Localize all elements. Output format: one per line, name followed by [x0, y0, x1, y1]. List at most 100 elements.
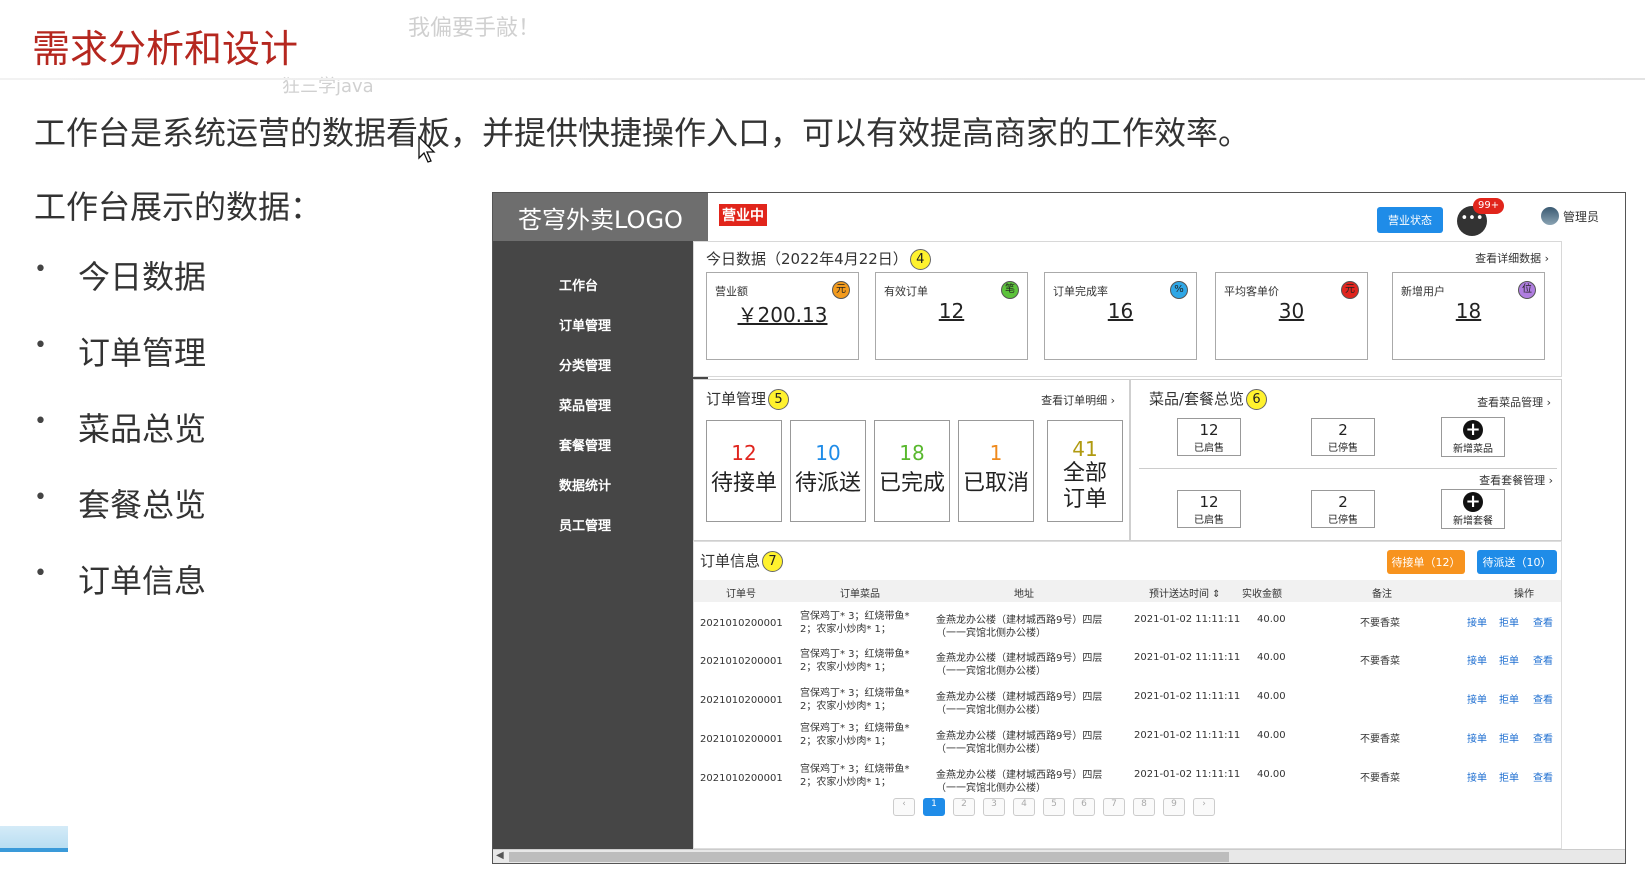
- scrollbar-thumb[interactable]: [509, 852, 1229, 862]
- reject-order-button[interactable]: 拒单: [1499, 769, 1519, 784]
- order-management-panel: 订单管理 5 查看订单明细 › 12 待接单 10 待派送 18 已完成 1 已取消 41…: [693, 379, 1130, 541]
- view-detail-link[interactable]: 查看详细数据 ›: [1475, 250, 1549, 266]
- accept-order-button[interactable]: 接单: [1467, 652, 1487, 667]
- view-order-button[interactable]: 查看: [1533, 730, 1553, 745]
- page-button[interactable]: 9: [1163, 798, 1185, 816]
- sidebar-item-workbench[interactable]: 工作台: [559, 277, 708, 317]
- page-button[interactable]: 7: [1103, 798, 1125, 816]
- prev-page-button[interactable]: ‹: [893, 798, 915, 816]
- sidebar-item-categories[interactable]: 分类管理: [559, 357, 708, 397]
- avg-price-card: 平均客单价 元 30: [1215, 272, 1368, 360]
- page-button[interactable]: 4: [1013, 798, 1035, 816]
- admin-name[interactable]: 管理员: [1563, 208, 1599, 225]
- bullet-list: • 今日数据 • 订单管理 • 菜品总览 • 套餐总览 • 订单信息: [34, 252, 206, 632]
- app-logo: 苍穹外卖LOGO: [493, 193, 708, 241]
- filter-deliver-button[interactable]: 待派送（10）: [1477, 550, 1557, 574]
- page-button[interactable]: 2: [953, 798, 975, 816]
- sidebar-item-employees[interactable]: 员工管理: [559, 517, 708, 557]
- pending-orders-box[interactable]: 12 待接单: [706, 420, 782, 522]
- completion-rate-card: 订单完成率 % 16: [1044, 272, 1197, 360]
- add-setmeal-button[interactable]: + 新增套餐: [1441, 489, 1505, 529]
- page-button[interactable]: 5: [1043, 798, 1065, 816]
- accept-order-button[interactable]: 接单: [1467, 614, 1487, 629]
- view-order-button[interactable]: 查看: [1533, 769, 1553, 784]
- page-button[interactable]: 8: [1133, 798, 1155, 816]
- avatar[interactable]: [1541, 207, 1559, 225]
- annotation-number: 4: [909, 249, 931, 270]
- bullet-item: • 今日数据: [34, 252, 206, 328]
- view-order-button[interactable]: 查看: [1533, 691, 1553, 706]
- bullet-item: • 套餐总览: [34, 480, 206, 556]
- view-order-button[interactable]: 查看: [1533, 652, 1553, 667]
- accept-order-button[interactable]: 接单: [1467, 691, 1487, 706]
- table-row: 2021010200001 宫保鸡丁* 3；红烧带鱼* 2；农家小炒肉* 1； …: [700, 649, 1553, 677]
- accept-order-button[interactable]: 接单: [1467, 730, 1487, 745]
- bullet-dot: •: [34, 561, 47, 586]
- bullet-dot: •: [34, 485, 47, 510]
- filter-pending-button[interactable]: 待接单（12）: [1387, 550, 1465, 574]
- video-corner-decoration: [0, 826, 68, 852]
- reject-order-button[interactable]: 拒单: [1499, 652, 1519, 667]
- horizontal-scrollbar[interactable]: ◀: [493, 849, 1625, 863]
- dish-on-sale: 12 已启售: [1177, 418, 1241, 456]
- bullet-item: • 订单管理: [34, 328, 206, 404]
- bullet-dot: •: [34, 257, 47, 282]
- reject-order-button[interactable]: 拒单: [1499, 614, 1519, 629]
- table-row: 2021010200001 宫保鸡丁* 3；红烧带鱼* 2；农家小炒肉* 1； …: [700, 764, 1553, 794]
- title-divider: [0, 78, 1645, 80]
- page-button[interactable]: 3: [983, 798, 1005, 816]
- slide-title: 需求分析和设计: [32, 27, 299, 71]
- sidebar: 苍穹外卖LOGO 工作台 订单管理 分类管理 菜品管理 套餐管理 数据统计 员工…: [493, 193, 708, 863]
- reject-order-button[interactable]: 拒单: [1499, 691, 1519, 706]
- add-dish-button[interactable]: + 新增菜品: [1441, 417, 1505, 457]
- page-button[interactable]: 6: [1073, 798, 1095, 816]
- bullet-dot: •: [34, 409, 47, 434]
- yuan-icon: 元: [1341, 281, 1359, 299]
- table-row: 2021010200001 宫保鸡丁* 3；红烧带鱼* 2；农家小炒肉* 1； …: [700, 688, 1553, 716]
- bullet-item: • 订单信息: [34, 556, 206, 632]
- sidebar-item-orders[interactable]: 订单管理: [559, 317, 708, 357]
- to-deliver-box[interactable]: 10 待派送: [790, 420, 866, 522]
- accept-order-button[interactable]: 接单: [1467, 769, 1487, 784]
- sidebar-item-dishes[interactable]: 菜品管理: [559, 397, 708, 437]
- shop-status-button[interactable]: 营业状态: [1377, 207, 1443, 233]
- danmaku-comment: 狂三学java: [282, 76, 374, 97]
- cancelled-box[interactable]: 1 已取消: [958, 420, 1034, 522]
- shop-status-badge: 营业中: [719, 204, 767, 226]
- sidebar-item-statistics[interactable]: 数据统计: [559, 477, 708, 517]
- plus-icon: +: [1463, 492, 1483, 512]
- completed-box[interactable]: 18 已完成: [874, 420, 950, 522]
- annotation-number: 6: [1246, 389, 1268, 410]
- bullet-item: • 菜品总览: [34, 404, 206, 480]
- view-dishes-link[interactable]: 查看菜品管理 ›: [1477, 394, 1551, 410]
- view-order-button[interactable]: 查看: [1533, 614, 1553, 629]
- order-info-title: 订单信息 7: [700, 550, 784, 572]
- scroll-left-icon[interactable]: ◀: [496, 850, 504, 861]
- sidebar-item-setmeals[interactable]: 套餐管理: [559, 437, 708, 477]
- page-button[interactable]: 1: [923, 798, 945, 816]
- table-header: 订单号 订单菜品 地址 预计送达时间 ⇕ 实收金额 备注 操作: [694, 580, 1561, 602]
- annotation-number: 7: [762, 551, 784, 572]
- overview-panel: 菜品/套餐总览 6 查看菜品管理 › 12 已启售 2 已停售 + 新增菜品 查看套餐管…: [1130, 379, 1562, 541]
- pagination: ‹ 1 2 3 4 5 6 7 8 9 ›: [893, 798, 1215, 816]
- count-icon: 笔: [1001, 281, 1019, 299]
- today-data-title: 今日数据（2022年4月22日） 4: [706, 248, 931, 270]
- order-management-title: 订单管理 5: [706, 388, 790, 410]
- next-page-button[interactable]: ›: [1193, 798, 1215, 816]
- slide-intro: 工作台是系统运营的数据看板，并提供快捷操作入口，可以有效提高商家的工作效率。: [34, 114, 1251, 152]
- view-setmeals-link[interactable]: 查看套餐管理 ›: [1479, 472, 1553, 488]
- annotation-number: 5: [768, 389, 790, 410]
- bullet-dot: •: [34, 333, 47, 358]
- all-orders-box[interactable]: 41 全部 订单: [1047, 420, 1123, 522]
- revenue-card: 营业额 元 ￥200.13: [706, 272, 859, 360]
- new-users-card: 新增用户 位 18: [1392, 272, 1545, 360]
- yuan-icon: 元: [832, 281, 850, 299]
- today-data-panel: 今日数据（2022年4月22日） 4 查看详细数据 › 营业额 元 ￥200.13…: [693, 241, 1562, 377]
- danmaku-comment: 我偏要手敲！: [408, 16, 541, 41]
- sort-column-header[interactable]: 预计送达时间 ⇕: [1149, 585, 1221, 600]
- dish-off-sale: 2 已停售: [1311, 418, 1375, 456]
- overview-title: 菜品/套餐总览 6: [1149, 388, 1268, 410]
- reject-order-button[interactable]: 拒单: [1499, 730, 1519, 745]
- view-orders-link[interactable]: 查看订单明细 ›: [1041, 392, 1115, 408]
- table-row: 2021010200001 宫保鸡丁* 3；红烧带鱼* 2；农家小炒肉* 1； …: [700, 723, 1553, 755]
